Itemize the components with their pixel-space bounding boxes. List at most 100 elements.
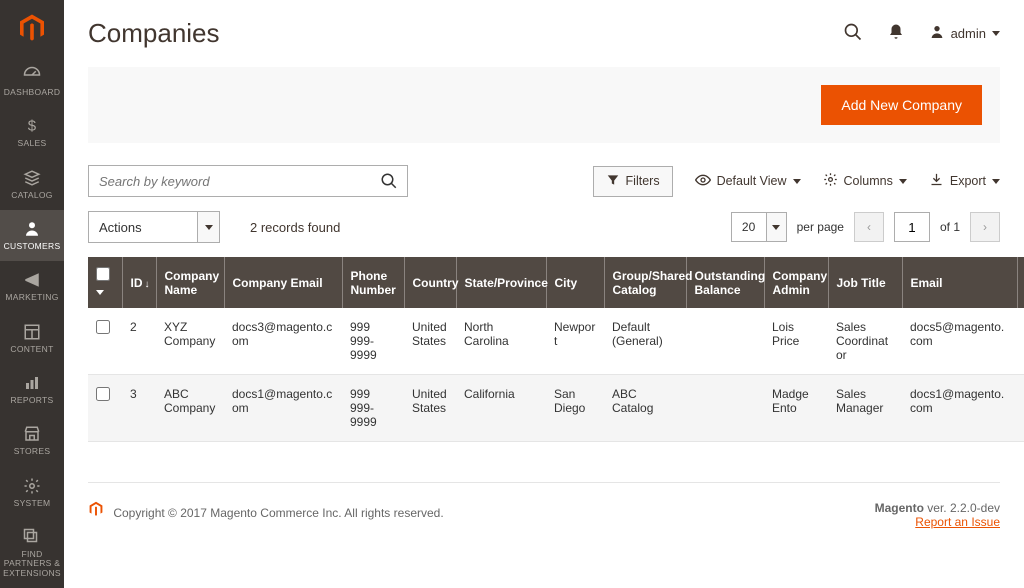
cell-admin: Madge Ento — [764, 375, 828, 442]
cell-job: Sales Coordinator — [828, 308, 902, 375]
cell-id: 3 — [122, 375, 156, 442]
sidebar-item-reports[interactable]: REPORTS — [0, 364, 64, 415]
col-phone[interactable]: Phone Number — [342, 257, 404, 308]
chevron-down-icon — [992, 31, 1000, 36]
customers-icon — [23, 220, 41, 238]
table-row[interactable]: 2XYZ Companydocs3@magento.com999 999-999… — [88, 308, 1024, 375]
sidebar-item-sales[interactable]: $ SALES — [0, 107, 64, 158]
col-country[interactable]: Country — [404, 257, 456, 308]
cell-group: ABC Catalog — [604, 375, 686, 442]
chevron-down-icon — [197, 212, 219, 242]
stores-icon — [23, 425, 41, 443]
cell-country: United States — [404, 308, 456, 375]
primary-action-bar: Add New Company — [88, 67, 1000, 143]
system-icon — [23, 477, 41, 495]
cell-company-name: XYZ Company — [156, 308, 224, 375]
cell-balance — [686, 375, 764, 442]
catalog-icon — [23, 169, 41, 187]
user-icon — [929, 24, 945, 43]
col-balance[interactable]: Outstanding Balance — [686, 257, 764, 308]
export-icon — [929, 172, 944, 190]
next-page-button[interactable]: › — [970, 212, 1000, 242]
cell-city: San Diego — [546, 375, 604, 442]
col-group[interactable]: Group/Shared Catalog — [604, 257, 686, 308]
copyright: Copyright © 2017 Magento Commerce Inc. A… — [113, 506, 443, 520]
col-company-email[interactable]: Company Email — [224, 257, 342, 308]
sidebar-item-stores[interactable]: STORES — [0, 415, 64, 466]
sidebar-item-partners[interactable]: FIND PARTNERS & EXTENSIONS — [0, 518, 64, 588]
col-city[interactable]: City — [546, 257, 604, 308]
magento-logo[interactable] — [0, 0, 64, 56]
cell-company-email: docs1@magento.com — [224, 375, 342, 442]
col-action[interactable]: Action — [1017, 257, 1024, 308]
sidebar-item-dashboard[interactable]: DASHBOARD — [0, 56, 64, 107]
notifications-icon[interactable] — [887, 23, 905, 44]
sidebar-item-customers[interactable]: CUSTOMERS — [0, 210, 64, 261]
search-button[interactable] — [371, 166, 407, 196]
user-menu[interactable]: admin — [929, 24, 1000, 43]
sort-down-icon: ↓ — [145, 279, 150, 290]
companies-grid: ID↓ Company Name Company Email Phone Num… — [88, 257, 1024, 442]
page-header: Companies admin — [88, 0, 1000, 67]
default-view-button[interactable]: Default View — [695, 172, 801, 191]
cell-job: Sales Manager — [828, 375, 902, 442]
cell-balance — [686, 308, 764, 375]
actions-select[interactable]: Actions — [88, 211, 220, 243]
sidebar-item-system[interactable]: SYSTEM — [0, 467, 64, 518]
sidebar-item-catalog[interactable]: CATALOG — [0, 159, 64, 210]
table-row[interactable]: 3ABC Companydocs1@magento.com999 999-999… — [88, 375, 1024, 442]
row-checkbox[interactable] — [96, 320, 110, 334]
col-admin[interactable]: Company Admin — [764, 257, 828, 308]
col-id[interactable]: ID↓ — [122, 257, 156, 308]
cell-group: Default (General) — [604, 308, 686, 375]
user-name: admin — [951, 26, 986, 41]
chevron-down-icon — [793, 179, 801, 184]
filter-icon — [606, 173, 620, 190]
cell-city: Newport — [546, 308, 604, 375]
row-checkbox[interactable] — [96, 387, 110, 401]
sidebar-item-content[interactable]: CONTENT — [0, 313, 64, 364]
page-input[interactable] — [894, 212, 930, 242]
header-actions: admin — [843, 22, 1000, 45]
prev-page-button[interactable]: ‹ — [854, 212, 884, 242]
columns-button[interactable]: Columns — [823, 172, 907, 190]
col-job[interactable]: Job Title — [828, 257, 902, 308]
admin-sidebar: DASHBOARD $ SALES CATALOG CUSTOMERS MARK… — [0, 0, 64, 588]
marketing-icon — [23, 271, 41, 289]
cell-company-email: docs3@magento.com — [224, 308, 342, 375]
add-new-company-button[interactable]: Add New Company — [821, 85, 982, 125]
grid-toolbar-secondary: Actions 2 records found 20 per page ‹ of… — [88, 211, 1000, 243]
dashboard-icon — [22, 66, 42, 84]
cell-state: North Carolina — [456, 308, 546, 375]
per-page-select[interactable]: 20 — [731, 212, 787, 242]
search-field[interactable] — [88, 165, 408, 197]
chevron-down-icon — [766, 213, 786, 241]
page-total: of 1 — [940, 220, 960, 234]
sidebar-item-marketing[interactable]: MARKETING — [0, 261, 64, 312]
reports-icon — [23, 374, 41, 392]
cell-phone: 999 999-9999 — [342, 308, 404, 375]
cell-email: docs1@magento.com — [902, 375, 1017, 442]
magento-logo-small — [88, 501, 104, 517]
search-input[interactable] — [89, 174, 371, 189]
content-icon — [23, 323, 41, 341]
svg-text:$: $ — [28, 118, 37, 135]
col-state[interactable]: State/Province — [456, 257, 546, 308]
main-content: Companies admin Add New Company — [64, 0, 1024, 588]
select-all-checkbox[interactable] — [96, 267, 110, 281]
col-email[interactable]: Email — [902, 257, 1017, 308]
col-checkbox[interactable] — [88, 257, 122, 308]
page-title: Companies — [88, 18, 220, 49]
chevron-down-icon — [899, 179, 907, 184]
filters-button[interactable]: Filters — [593, 166, 673, 197]
col-company-name[interactable]: Company Name — [156, 257, 224, 308]
cell-id: 2 — [122, 308, 156, 375]
export-button[interactable]: Export — [929, 172, 1000, 190]
pagination: 20 per page ‹ of 1 › — [731, 212, 1000, 242]
records-found: 2 records found — [250, 220, 340, 235]
eye-icon — [695, 172, 711, 191]
partners-icon — [23, 528, 41, 546]
version: Magento Magento ver. 2.2.0-devver. 2.2.0… — [875, 501, 1000, 515]
page-footer: Copyright © 2017 Magento Commerce Inc. A… — [88, 482, 1000, 529]
search-icon[interactable] — [843, 22, 863, 45]
